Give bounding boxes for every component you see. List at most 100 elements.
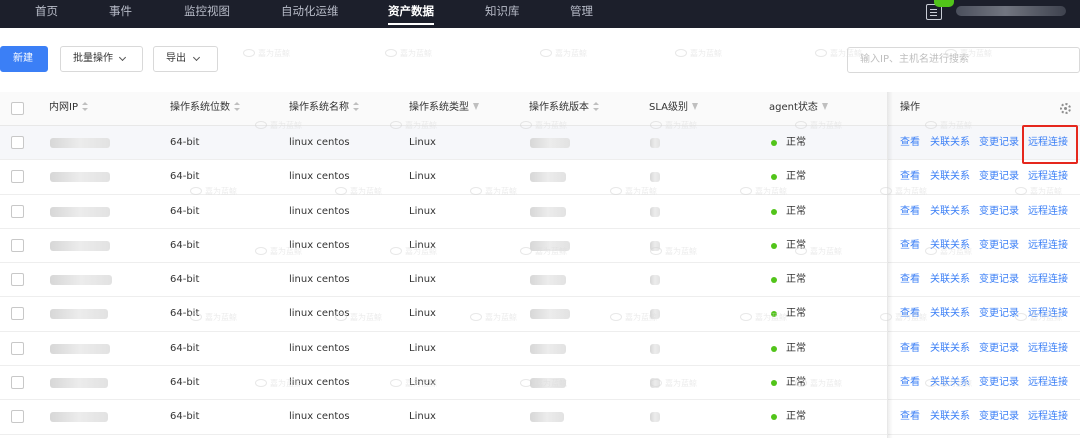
- os-bits-cell: 64-bit: [170, 274, 200, 286]
- column-header-os-bits[interactable]: 操作系统位数: [170, 92, 240, 126]
- row-checkbox[interactable]: [11, 307, 24, 321]
- table-row[interactable]: 64-bit linux centos Linux 正常 查看 关联关系 变更记录 远程连接: [0, 195, 1080, 229]
- change-log-link[interactable]: 变更记录: [979, 195, 1019, 228]
- watermark: 嘉为蓝鲸: [925, 378, 972, 389]
- relations-link[interactable]: 关联关系: [930, 263, 970, 296]
- select-all-checkbox[interactable]: [11, 102, 24, 115]
- status-dot-icon: [771, 140, 777, 146]
- change-log-link[interactable]: 变更记录: [979, 263, 1019, 296]
- notification-badge: [934, 0, 954, 7]
- sort-icon[interactable]: [81, 102, 88, 111]
- relations-link[interactable]: 关联关系: [930, 332, 970, 365]
- watermark: 嘉为蓝鲸: [740, 186, 787, 197]
- view-link[interactable]: 查看: [900, 400, 920, 433]
- batch-operation-dropdown[interactable]: 批量操作: [60, 46, 143, 72]
- row-checkbox[interactable]: [11, 341, 24, 355]
- remote-connect-link[interactable]: 远程连接: [1028, 332, 1068, 365]
- row-checkbox[interactable]: [11, 238, 24, 252]
- row-checkbox[interactable]: [11, 170, 24, 184]
- status-dot-icon: [771, 242, 777, 249]
- row-checkbox[interactable]: [11, 410, 24, 424]
- remote-connect-link[interactable]: 远程连接: [1028, 366, 1068, 399]
- column-header-ip[interactable]: 内网IP: [49, 92, 88, 126]
- view-link[interactable]: 查看: [900, 263, 920, 296]
- watermark: 嘉为蓝鲸: [335, 186, 382, 197]
- watermark: 嘉为蓝鲸: [540, 48, 587, 59]
- remote-connect-link[interactable]: 远程连接: [1028, 229, 1068, 262]
- change-log-link[interactable]: 变更记录: [979, 297, 1019, 330]
- agent-status-text: 正常: [786, 274, 806, 286]
- view-link[interactable]: 查看: [900, 332, 920, 365]
- watermark: 嘉为蓝鲸: [470, 312, 517, 323]
- change-log-link[interactable]: 变更记录: [979, 229, 1019, 262]
- nav-item-knowledge-base[interactable]: 知识库: [485, 0, 520, 24]
- watermark: 嘉为蓝鲸: [520, 246, 567, 257]
- os-name-cell: linux centos: [289, 205, 350, 217]
- os-bits-cell: 64-bit: [170, 342, 200, 354]
- row-checkbox[interactable]: [11, 273, 24, 287]
- change-log-link[interactable]: 变更记录: [979, 332, 1019, 365]
- watermark: 嘉为蓝鲸: [740, 312, 787, 323]
- table-row[interactable]: 64-bit linux centos Linux 正常 查看 关联关系 变更记录 远程连接: [0, 263, 1080, 298]
- remote-connect-link[interactable]: 远程连接: [1028, 400, 1068, 433]
- agent-status-text: 正常: [786, 411, 806, 423]
- change-log-link[interactable]: 变更记录: [979, 160, 1019, 193]
- nav-item-asset-data[interactable]: 资产数据: [388, 0, 434, 25]
- nav-item-home[interactable]: 首页: [35, 0, 58, 24]
- nav-active-underline: [388, 23, 434, 25]
- os-version-blurred: [530, 172, 566, 183]
- agent-status-text: 正常: [786, 205, 806, 217]
- export-label: 导出: [166, 53, 186, 64]
- remote-connect-link[interactable]: 远程连接: [1028, 195, 1068, 228]
- filter-icon[interactable]: [692, 103, 698, 110]
- watermark: 嘉为蓝鲸: [243, 48, 290, 59]
- change-log-link[interactable]: 变更记录: [979, 366, 1019, 399]
- change-log-link[interactable]: 变更记录: [979, 400, 1019, 433]
- agent-status-text: 正常: [786, 308, 806, 320]
- table-row[interactable]: 64-bit linux centos Linux 正常 查看 关联关系 变更记录 远程连接: [0, 400, 1080, 435]
- status-dot-icon: [771, 380, 777, 387]
- relations-link[interactable]: 关联关系: [930, 400, 970, 433]
- watermark: 嘉为蓝鲸: [390, 246, 437, 257]
- table-row[interactable]: 64-bit linux centos Linux 正常 查看 关联关系 变更记录 远程连接: [0, 332, 1080, 367]
- view-link[interactable]: 查看: [900, 229, 920, 262]
- table-row[interactable]: 64-bit linux centos Linux 正常 查看 关联关系 变更记录 远程连接: [0, 126, 1080, 161]
- sort-icon[interactable]: [593, 102, 599, 111]
- filter-icon[interactable]: [821, 103, 828, 110]
- watermark: 嘉为蓝鲸: [815, 48, 862, 59]
- filter-icon[interactable]: [473, 103, 479, 110]
- change-log-link[interactable]: 变更记录: [979, 126, 1019, 159]
- view-link[interactable]: 查看: [900, 366, 920, 399]
- sort-icon[interactable]: [234, 102, 240, 111]
- watermark: 嘉为蓝鲸: [610, 186, 657, 197]
- watermark: 嘉为蓝鲸: [880, 312, 927, 323]
- batch-operation-label: 批量操作: [73, 53, 113, 64]
- watermark: 嘉为蓝鲸: [255, 246, 302, 257]
- nav-item-events[interactable]: 事件: [109, 0, 132, 24]
- settings-gear-icon[interactable]: [1060, 103, 1071, 114]
- user-menu-blurred[interactable]: [956, 6, 1066, 16]
- row-checkbox[interactable]: [11, 136, 24, 149]
- watermark: 嘉为蓝鲸: [925, 120, 972, 131]
- nav-item-admin[interactable]: 管理: [570, 0, 593, 24]
- nav-item-monitor-view[interactable]: 监控视图: [184, 0, 230, 24]
- relations-link[interactable]: 关联关系: [930, 297, 970, 330]
- os-type-cell: Linux: [409, 411, 436, 423]
- ip-value-blurred: [50, 412, 108, 423]
- view-link[interactable]: 查看: [900, 126, 920, 159]
- export-dropdown[interactable]: 导出: [153, 46, 218, 72]
- sort-icon[interactable]: [353, 102, 359, 111]
- status-dot-icon: [771, 174, 777, 181]
- row-checkbox[interactable]: [11, 376, 24, 390]
- status-dot-icon: [771, 414, 777, 421]
- row-checkbox[interactable]: [11, 204, 24, 218]
- relations-link[interactable]: 关联关系: [930, 195, 970, 228]
- remote-connect-link[interactable]: 远程连接: [1028, 263, 1068, 296]
- status-dot-icon: [771, 277, 777, 284]
- new-button[interactable]: 新建: [0, 46, 48, 72]
- relations-link[interactable]: 关联关系: [930, 160, 970, 193]
- view-link[interactable]: 查看: [900, 195, 920, 228]
- nav-item-automation-ops[interactable]: 自动化运维: [281, 0, 339, 24]
- sla-value-blurred: [650, 138, 660, 148]
- sla-value-blurred: [650, 412, 660, 423]
